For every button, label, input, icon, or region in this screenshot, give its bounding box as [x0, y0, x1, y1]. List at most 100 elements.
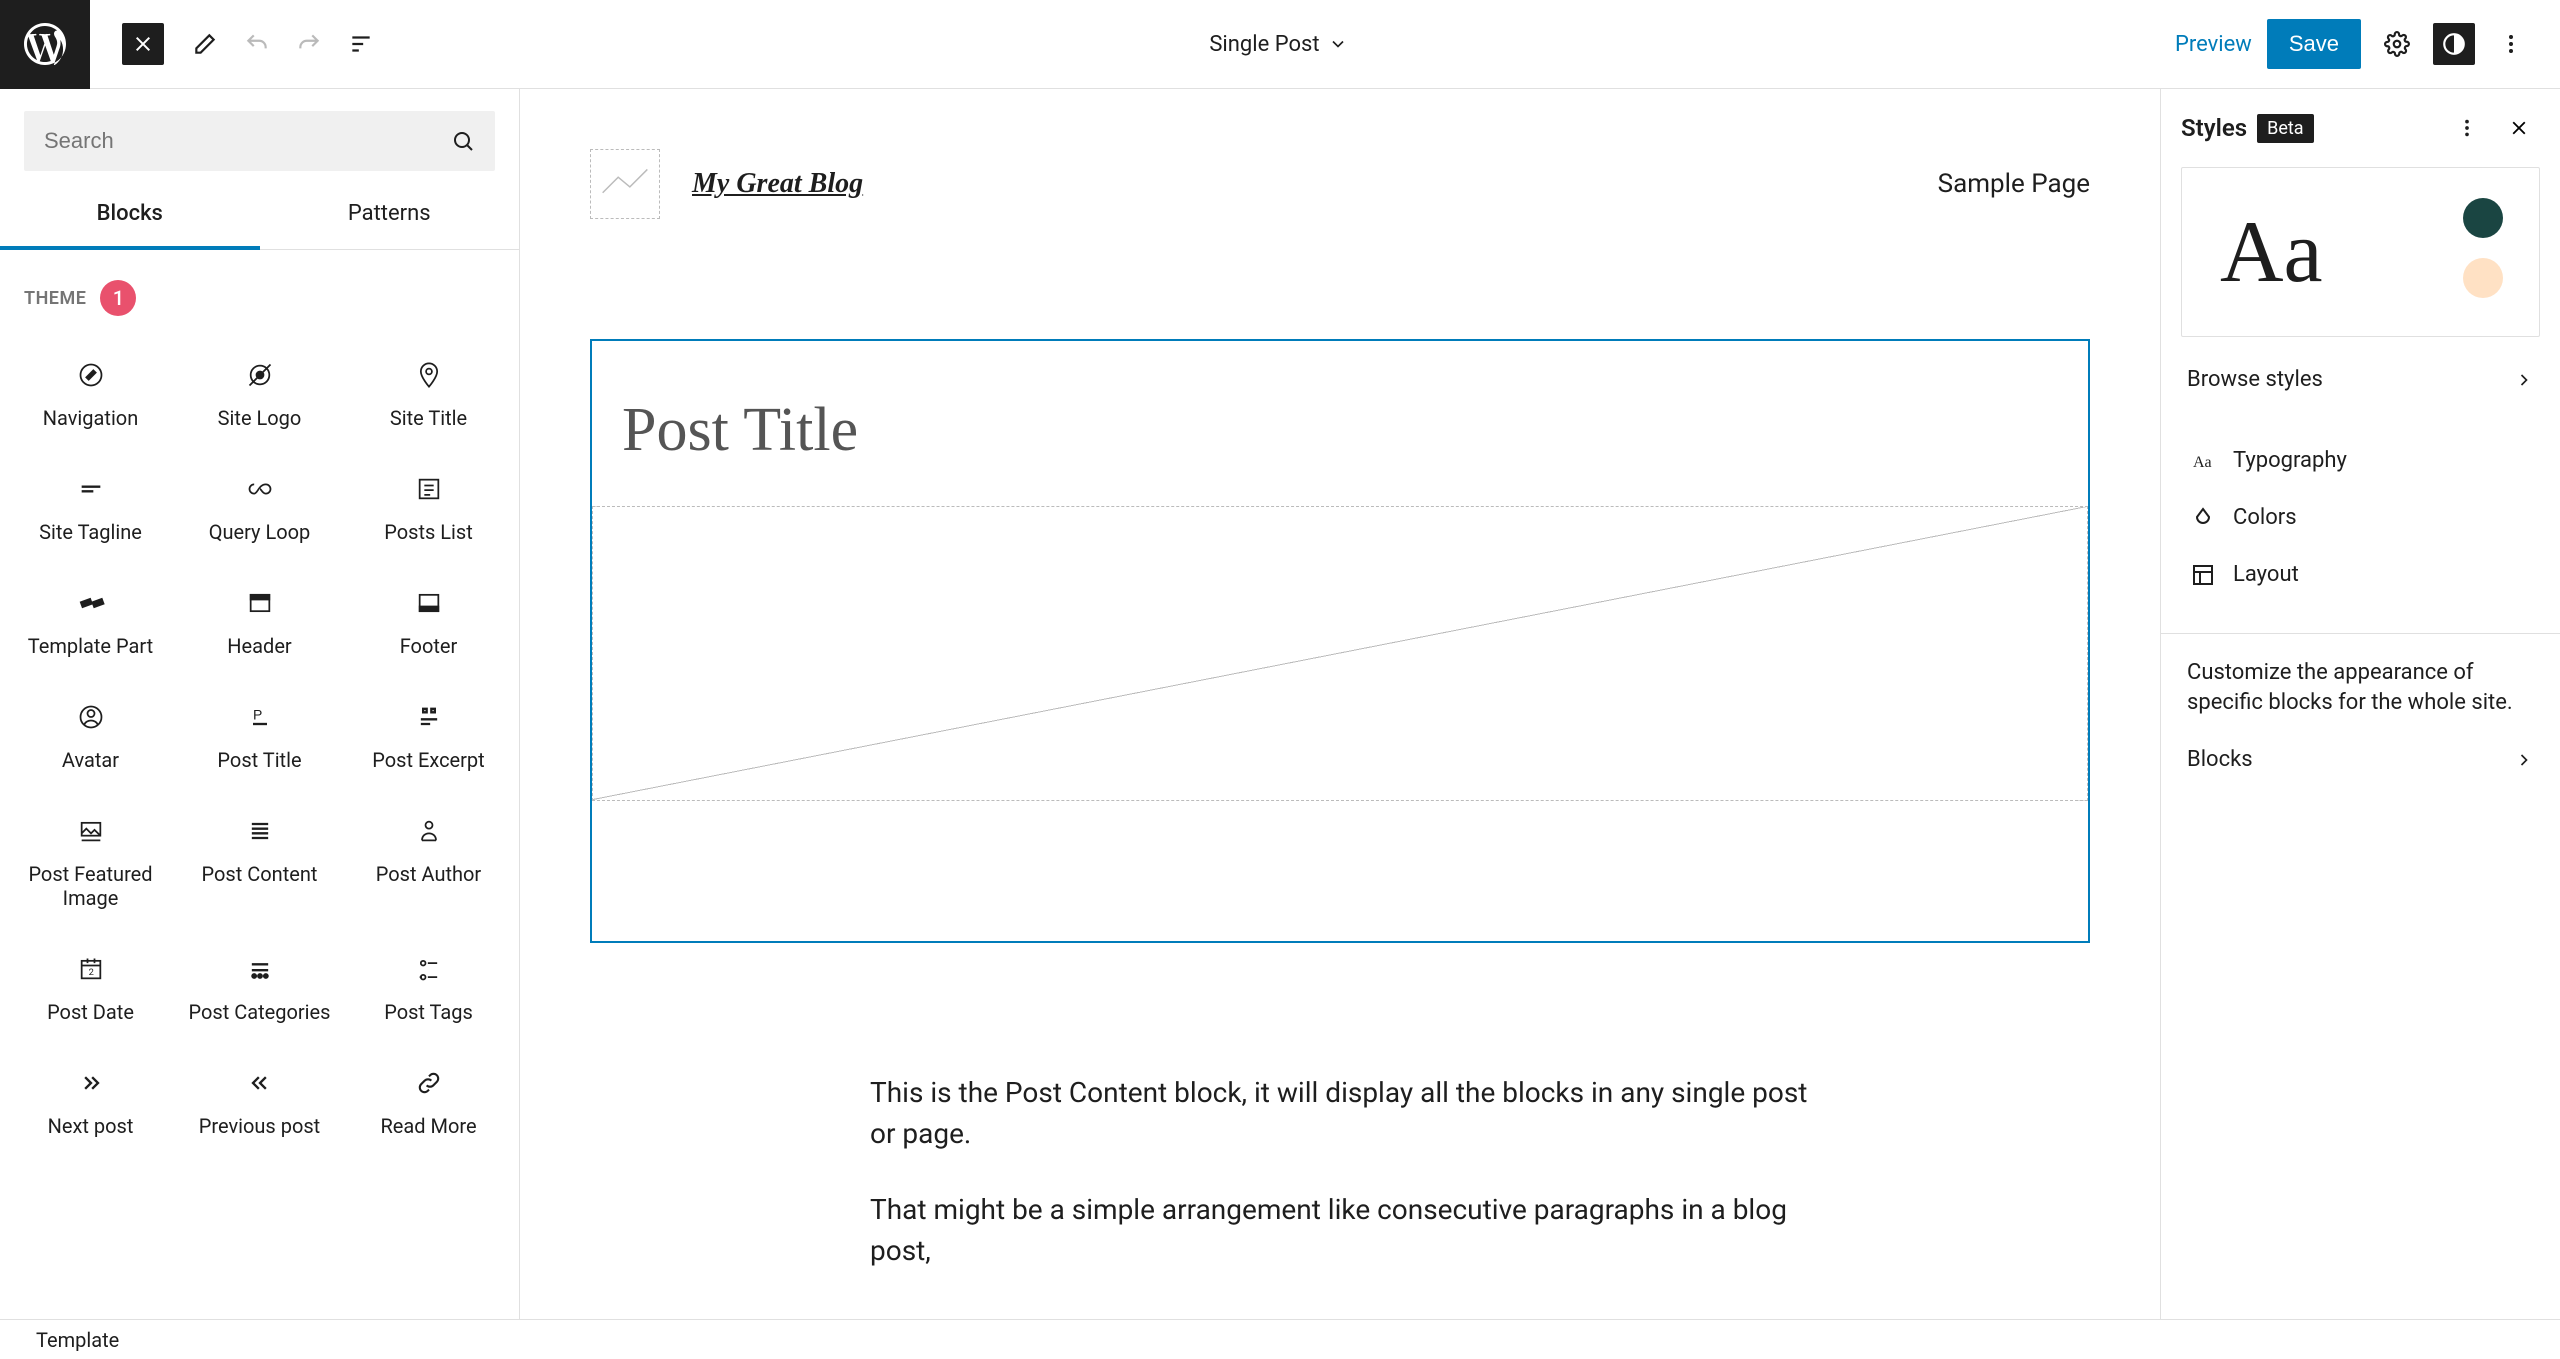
- settings-button[interactable]: [2376, 23, 2418, 65]
- styles-typography-button[interactable]: Aa Typography: [2161, 432, 2560, 489]
- site-title[interactable]: My Great Blog: [692, 168, 863, 200]
- p-letter-icon: P: [245, 702, 275, 732]
- styles-title: Styles: [2181, 114, 2247, 142]
- tab-patterns[interactable]: Patterns: [260, 181, 520, 250]
- block-label: Site Logo: [218, 406, 302, 430]
- block-item-previous-post[interactable]: Previous post: [175, 1046, 344, 1160]
- main-area: Blocks Patterns THEME 1 NavigationSite L…: [0, 89, 2560, 1319]
- block-item-posts-list[interactable]: Posts List: [344, 452, 513, 566]
- block-grid: Navigation Site Logo Site Title Site Taglin…: [0, 328, 519, 1160]
- breadcrumb-bar: Template: [0, 1319, 2560, 1359]
- block-item-site-title[interactable]: Site Title: [344, 338, 513, 452]
- block-label: Query Loop: [209, 520, 311, 544]
- tags-icon: [414, 954, 444, 984]
- author-icon: [414, 816, 444, 846]
- posts-list-icon: [414, 474, 444, 504]
- undo-icon: [244, 31, 270, 57]
- chevron-down-icon: [1328, 34, 1348, 54]
- browse-styles-button[interactable]: Browse styles: [2161, 347, 2560, 432]
- save-button[interactable]: Save: [2267, 19, 2361, 69]
- block-item-footer[interactable]: Footer: [344, 566, 513, 680]
- close-styles-button[interactable]: [2498, 107, 2540, 149]
- block-item-post-tags[interactable]: Post Tags: [344, 932, 513, 1046]
- block-item-header[interactable]: Header: [175, 566, 344, 680]
- calendar-icon: 2: [76, 954, 106, 984]
- block-item-post-author[interactable]: Post Author: [344, 794, 513, 932]
- infinity-icon: [245, 474, 275, 504]
- close-inserter-button[interactable]: [122, 23, 164, 65]
- edit-tool-button[interactable]: [184, 23, 226, 65]
- block-item-post-content[interactable]: Post Content: [175, 794, 344, 932]
- block-label: Navigation: [43, 406, 139, 430]
- map-pin-icon: [414, 360, 444, 390]
- footer-icon: [414, 588, 444, 618]
- block-item-template-part[interactable]: Template Part: [6, 566, 175, 680]
- block-label: Template Part: [28, 634, 153, 658]
- redo-button[interactable]: [288, 23, 330, 65]
- chevron-right-icon: [2514, 750, 2534, 770]
- styles-layout-button[interactable]: Layout: [2161, 546, 2560, 603]
- annotation-badge-1: 1: [100, 280, 136, 316]
- gear-icon: [2384, 31, 2410, 57]
- block-item-navigation[interactable]: Navigation: [6, 338, 175, 452]
- color-swatch-dark: [2463, 198, 2503, 238]
- nav-link-sample-page[interactable]: Sample Page: [1938, 169, 2090, 199]
- lines-full-icon: [245, 816, 275, 846]
- styles-more-button[interactable]: [2446, 107, 2488, 149]
- block-label: Post Content: [202, 862, 318, 886]
- block-item-site-logo[interactable]: Site Logo: [175, 338, 344, 452]
- undo-button[interactable]: [236, 23, 278, 65]
- block-item-post-categories[interactable]: Post Categories: [175, 932, 344, 1046]
- layout-icon: [2191, 563, 2215, 587]
- block-item-post-title[interactable]: PPost Title: [175, 680, 344, 794]
- block-item-site-tagline[interactable]: Site Tagline: [6, 452, 175, 566]
- post-title-placeholder[interactable]: Post Title: [592, 341, 2088, 506]
- block-label: Avatar: [62, 748, 119, 772]
- more-vertical-icon: [2456, 117, 2478, 139]
- block-label: Site Tagline: [39, 520, 142, 544]
- block-item-read-more[interactable]: Read More: [344, 1046, 513, 1160]
- more-options-button[interactable]: [2490, 23, 2532, 65]
- block-item-post-excerpt[interactable]: Post Excerpt: [344, 680, 513, 794]
- block-label: Read More: [380, 1114, 476, 1138]
- featured-image-placeholder[interactable]: [592, 506, 2088, 801]
- styles-colors-button[interactable]: Colors: [2161, 489, 2560, 546]
- svg-text:2: 2: [88, 967, 93, 978]
- content-paragraph: That might be a simple arrangement like …: [870, 1190, 1810, 1271]
- styles-blocks-button[interactable]: Blocks: [2161, 717, 2560, 802]
- block-item-avatar[interactable]: Avatar: [6, 680, 175, 794]
- style-preview-card[interactable]: Aa: [2181, 167, 2540, 337]
- close-icon: [131, 32, 155, 56]
- block-label: Post Categories: [189, 1000, 331, 1024]
- excerpt-icon: [414, 702, 444, 732]
- block-label: Post Tags: [384, 1000, 473, 1024]
- site-logo-placeholder[interactable]: [590, 149, 660, 219]
- styles-button[interactable]: [2433, 23, 2475, 65]
- breadcrumb-template[interactable]: Template: [36, 1328, 119, 1352]
- selected-block-group[interactable]: Post Title: [590, 339, 2090, 943]
- header-icon: [245, 588, 275, 618]
- svg-text:P: P: [253, 706, 262, 722]
- block-item-post-featured-image[interactable]: Post Featured Image: [6, 794, 175, 932]
- chevrons-left-icon: [245, 1068, 275, 1098]
- block-item-query-loop[interactable]: Query Loop: [175, 452, 344, 566]
- block-label: Previous post: [199, 1114, 320, 1138]
- search-box[interactable]: [24, 111, 495, 171]
- list-view-button[interactable]: [340, 23, 382, 65]
- site-header-left: My Great Blog: [590, 149, 863, 219]
- list-view-icon: [348, 31, 374, 57]
- style-preview-text: Aa: [2220, 202, 2323, 303]
- toolbar-tools: [184, 23, 382, 65]
- typography-icon: Aa: [2191, 449, 2215, 473]
- document-title[interactable]: Single Post: [382, 32, 2175, 57]
- wordpress-icon: [24, 23, 66, 65]
- block-label: Posts List: [384, 520, 473, 544]
- wordpress-logo-button[interactable]: [0, 0, 90, 89]
- editor-canvas[interactable]: My Great Blog Sample Page Post Title Thi…: [520, 89, 2160, 1319]
- search-input[interactable]: [44, 128, 451, 154]
- tab-blocks[interactable]: Blocks: [0, 181, 260, 250]
- block-item-next-post[interactable]: Next post: [6, 1046, 175, 1160]
- featured-icon: [76, 816, 106, 846]
- block-item-post-date[interactable]: 2Post Date: [6, 932, 175, 1046]
- preview-button[interactable]: Preview: [2175, 32, 2252, 57]
